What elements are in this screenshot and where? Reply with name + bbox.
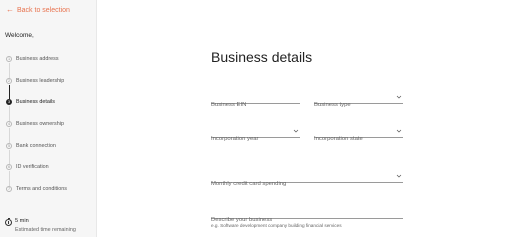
business-ein-input[interactable]: Business EIN — [211, 93, 300, 108]
step-connector — [8, 84, 10, 100]
page-title: Business details — [211, 49, 313, 65]
field-placeholder: Incorporation state — [314, 136, 363, 142]
field-placeholder: Monthly credit card spending — [211, 181, 287, 187]
description-hint: e.g. Software development company buildi… — [211, 223, 342, 228]
time-value: 5 min — [15, 218, 29, 224]
step-number-icon: 6 — [6, 164, 12, 171]
step-list: 1 Business address 2 Business leadership… — [6, 56, 67, 208]
step-connector — [8, 63, 10, 78]
step-number-icon: 5 — [6, 142, 12, 149]
time-label: Estimated time remaining — [15, 227, 76, 233]
business-description-input[interactable]: Describe your business — [211, 208, 403, 223]
step-label: Bank connection — [16, 142, 56, 149]
step-id-verification[interactable]: 6 ID verification — [6, 164, 67, 187]
step-number-icon: 3 — [6, 99, 12, 106]
step-bank-connection[interactable]: 5 Bank connection — [6, 142, 67, 165]
business-type-select[interactable]: Business type — [314, 93, 403, 108]
chevron-down-icon — [396, 95, 402, 99]
field-placeholder: Business type — [314, 102, 351, 108]
field-placeholder: Business EIN — [211, 102, 247, 108]
sidebar: ← Back to selection Welcome, 1 Business … — [0, 0, 97, 237]
step-number-icon: 7 — [6, 186, 12, 193]
monthly-spending-select[interactable]: Monthly credit card spending — [211, 172, 403, 187]
welcome-text: Welcome, — [5, 32, 34, 39]
chevron-down-icon — [396, 129, 402, 133]
step-number-icon: 2 — [6, 77, 12, 84]
stopwatch-icon — [5, 218, 12, 226]
back-link-label: Back to selection — [17, 6, 70, 14]
step-terms-and-conditions[interactable]: 7 Terms and conditions — [6, 186, 67, 208]
step-connector — [8, 128, 10, 143]
step-label: ID verification — [16, 164, 49, 171]
step-label: Business address — [16, 56, 59, 62]
chevron-down-icon — [396, 174, 402, 178]
incorporation-state-select[interactable]: Incorporation state — [314, 127, 403, 142]
step-connector — [8, 149, 10, 165]
step-number-icon: 4 — [6, 121, 12, 128]
step-label: Terms and conditions — [16, 186, 67, 193]
field-placeholder: Incorporation year — [211, 136, 259, 142]
step-connector — [8, 171, 10, 187]
step-business-details[interactable]: 3 Business details — [6, 99, 67, 122]
step-number-icon: 1 — [6, 56, 12, 62]
step-business-leadership[interactable]: 2 Business leadership — [6, 77, 67, 100]
incorporation-year-select[interactable]: Incorporation year — [211, 127, 300, 142]
step-label: Business details — [16, 99, 55, 106]
back-to-selection-link[interactable]: ← Back to selection — [6, 6, 70, 14]
step-label: Business leadership — [16, 77, 65, 84]
step-label: Business ownership — [16, 121, 64, 128]
main-content: Business details Business EIN Business t… — [98, 0, 512, 237]
step-business-ownership[interactable]: 4 Business ownership — [6, 121, 67, 143]
arrow-left-icon: ← — [6, 5, 14, 14]
step-business-address[interactable]: 1 Business address — [6, 56, 67, 78]
step-connector — [8, 106, 10, 122]
chevron-down-icon — [293, 129, 299, 133]
time-remaining: 5 min Estimated time remaining — [5, 218, 76, 233]
